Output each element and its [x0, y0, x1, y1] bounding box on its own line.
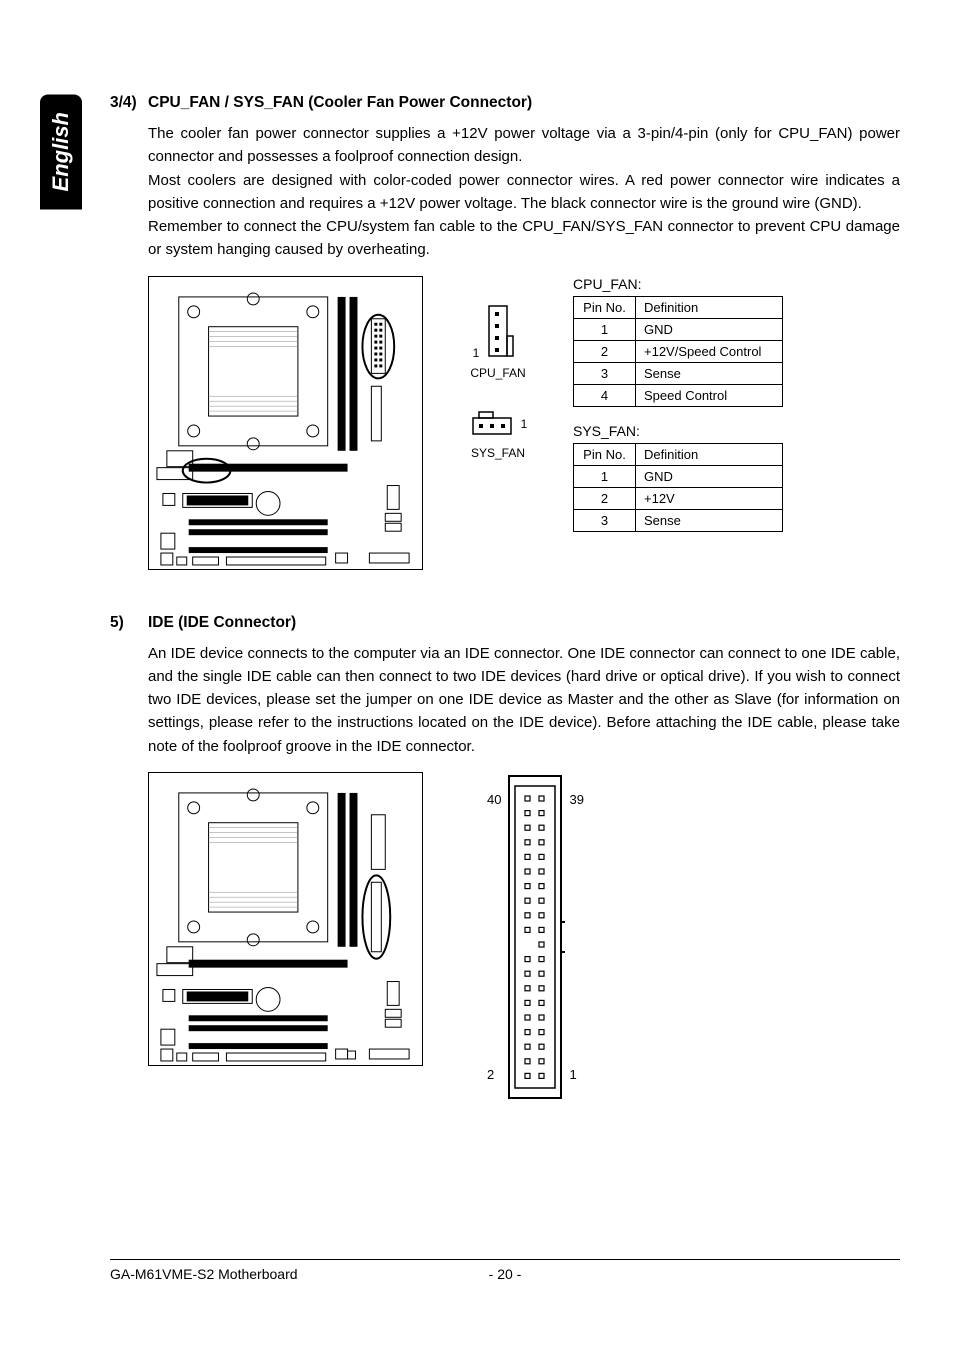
pin1-label: 1	[473, 346, 480, 360]
ide-pin-39: 39	[569, 792, 583, 807]
footer-left: GA-M61VME-S2 Motherboard	[110, 1266, 298, 1282]
section-5: 5) IDE (IDE Connector) An IDE device con…	[110, 614, 900, 1102]
page-footer: GA-M61VME-S2 Motherboard - 20 -	[110, 1259, 900, 1282]
sys-fan-table: Pin No. Definition 1GND 2+12V 3Sense	[573, 443, 783, 532]
ide-connector-icon	[505, 772, 565, 1102]
sys-fan-table-title: SYS_FAN:	[573, 423, 900, 439]
sys-fan-label: SYS_FAN	[471, 446, 525, 460]
section-num: 3/4)	[110, 94, 140, 112]
ide-pin-2: 2	[487, 1067, 501, 1082]
cpu-fan-label: CPU_FAN	[470, 366, 525, 380]
section-heading: CPU_FAN / SYS_FAN (Cooler Fan Power Conn…	[148, 94, 532, 112]
ide-left-numbers: 40 2	[483, 772, 505, 1102]
ide-connector-detail: 40 2 39 1	[483, 772, 588, 1102]
language-tab: English	[40, 94, 82, 209]
ide-right-numbers: 39 1	[565, 772, 587, 1102]
cpu-fan-connector-diagram: 1 CPU_FAN	[470, 302, 525, 380]
table-row: 1GND	[574, 465, 783, 487]
pin1-label-b: 1	[521, 417, 528, 431]
table-row: 2+12V	[574, 487, 783, 509]
connector-column: 1 CPU_FAN	[443, 276, 553, 460]
section-5-body: An IDE device connects to the computer v…	[148, 642, 900, 758]
table-row: Pin No. Definition	[574, 443, 783, 465]
motherboard-diagram-ide	[148, 772, 423, 1066]
ide-layout: 40 2 39 1	[148, 772, 900, 1102]
cpu-fan-table-title: CPU_FAN:	[573, 276, 900, 292]
motherboard-diagram-fan	[148, 276, 423, 570]
page-content: 3/4) CPU_FAN / SYS_FAN (Cooler Fan Power…	[110, 94, 900, 1102]
motherboard-svg	[149, 277, 422, 569]
table-row: Pin No. Definition	[574, 296, 783, 318]
sys-fan-conn-icon	[469, 408, 517, 440]
col-def: Definition	[636, 443, 783, 465]
section-heading: IDE (IDE Connector)	[148, 614, 296, 632]
section-num: 5)	[110, 614, 140, 632]
fan-layout: 1 CPU_FAN	[148, 276, 900, 570]
sys-fan-connector-diagram: 1 SYS_FAN	[469, 408, 528, 460]
footer-page-number: - 20 -	[489, 1266, 522, 1282]
tables-column: CPU_FAN: Pin No. Definition 1GND 2+12V/S…	[573, 276, 900, 548]
ide-pin-40: 40	[487, 792, 501, 807]
table-row: 4Speed Control	[574, 384, 783, 406]
col-pin: Pin No.	[574, 443, 636, 465]
ide-pin-1: 1	[569, 1067, 583, 1082]
col-def: Definition	[636, 296, 783, 318]
table-row: 1GND	[574, 318, 783, 340]
table-row: 2+12V/Speed Control	[574, 340, 783, 362]
cpu-fan-conn-icon	[483, 302, 523, 360]
section-34-body: The cooler fan power connector supplies …	[148, 122, 900, 262]
table-row: 3Sense	[574, 362, 783, 384]
table-row: 3Sense	[574, 509, 783, 531]
section-5-title: 5) IDE (IDE Connector)	[110, 614, 900, 632]
cpu-fan-table: Pin No. Definition 1GND 2+12V/Speed Cont…	[573, 296, 783, 407]
section-34-title: 3/4) CPU_FAN / SYS_FAN (Cooler Fan Power…	[110, 94, 900, 112]
col-pin: Pin No.	[574, 296, 636, 318]
motherboard-svg-2	[149, 773, 422, 1065]
